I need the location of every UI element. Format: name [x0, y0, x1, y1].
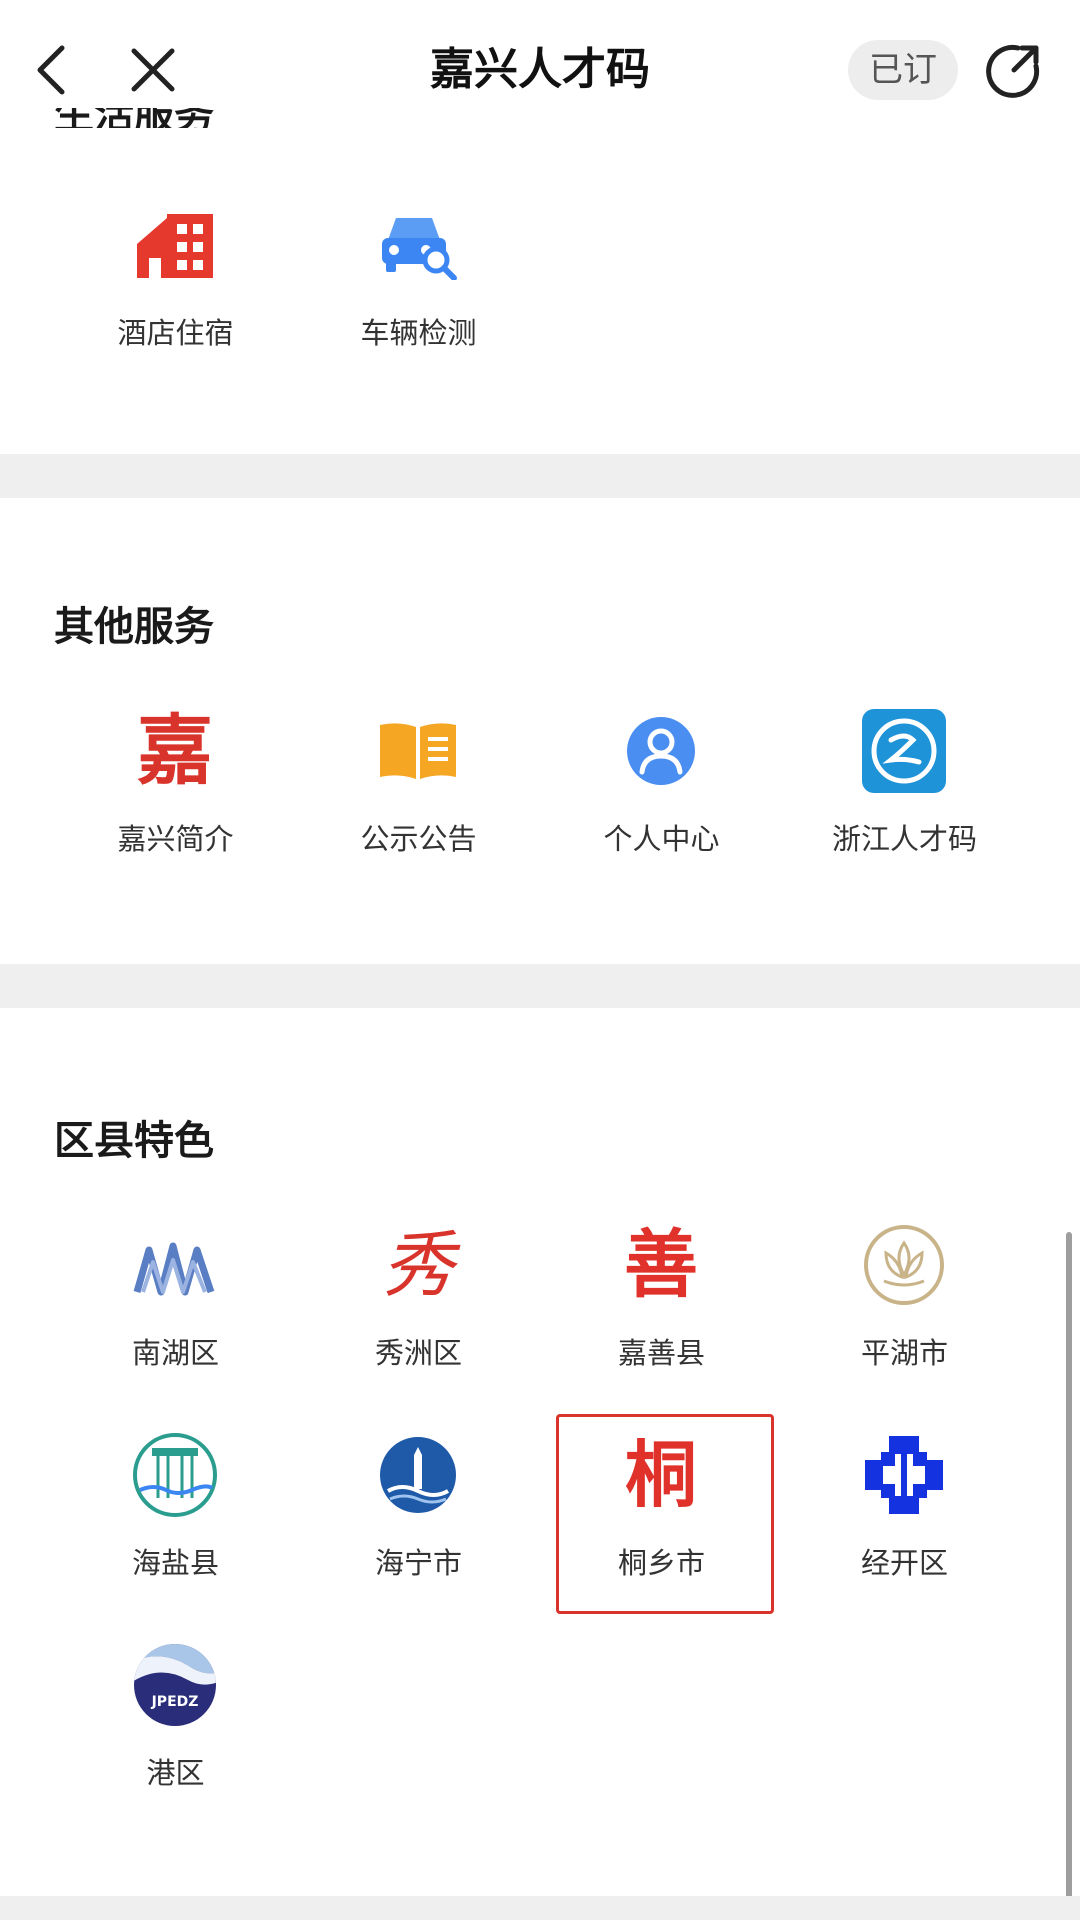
district-label: 南湖区: [131, 1336, 219, 1370]
service-tile-personal-center[interactable]: 个人中心: [540, 706, 783, 906]
district-tile-port-zone[interactable]: JPEDZ 港区: [54, 1640, 297, 1840]
jingkai-logo-icon: [859, 1430, 949, 1520]
district-tile-xiuzhou[interactable]: 秀 秀洲区: [297, 1220, 540, 1420]
district-tile-pinghu[interactable]: 平湖市: [783, 1220, 1026, 1420]
xiuzhou-logo-icon: 秀: [381, 1223, 454, 1307]
district-label: 秀洲区: [374, 1336, 462, 1370]
service-label: 公示公告: [360, 822, 477, 856]
scrollbar[interactable]: [1066, 1232, 1072, 1920]
district-label: 经开区: [860, 1546, 948, 1580]
service-tile-jiaxing-intro[interactable]: 嘉 嘉兴简介: [54, 706, 297, 906]
port-zone-logo-icon: JPEDZ: [130, 1640, 220, 1730]
district-tile-haiyan[interactable]: 海盐县: [54, 1430, 297, 1630]
district-tile-jiashan[interactable]: 善 嘉善县: [540, 1220, 783, 1420]
section-divider: [0, 454, 1080, 498]
service-tile-zhejiang-talent-code[interactable]: 浙江人才码: [783, 706, 1026, 906]
book-icon: [373, 706, 463, 796]
service-tile-vehicle-inspection[interactable]: 车辆检测: [297, 200, 540, 400]
zhejiang-talent-icon: [859, 706, 949, 796]
share-arrow-icon: [986, 44, 1040, 98]
subscribed-badge[interactable]: 已订: [848, 40, 958, 100]
haining-logo-icon: [373, 1430, 463, 1520]
district-tile-nanhu[interactable]: 南湖区: [54, 1220, 297, 1420]
section-title: 其他服务: [54, 604, 214, 650]
jiashan-logo-icon: 善: [624, 1222, 698, 1308]
service-label: 个人中心: [603, 822, 720, 856]
highlight-box-tongxiang: [556, 1414, 774, 1614]
district-label: 海盐县: [131, 1546, 219, 1580]
service-label: 车辆检测: [360, 316, 477, 350]
service-tile-public-notice[interactable]: 公示公告: [297, 706, 540, 906]
hotel-icon: [130, 200, 220, 290]
district-label: 港区: [146, 1756, 205, 1790]
section-title-cutoff: 生活服务: [54, 108, 214, 128]
district-label: 平湖市: [860, 1336, 948, 1370]
section-title: 区县特色: [54, 1118, 214, 1164]
district-label: 海宁市: [374, 1546, 462, 1580]
section-divider: [0, 964, 1080, 1008]
nanhu-logo-icon: [130, 1220, 220, 1310]
service-tile-hotel[interactable]: 酒店住宿: [54, 200, 297, 400]
car-inspection-icon: [373, 200, 463, 290]
service-label: 嘉兴简介: [117, 822, 234, 856]
pinghu-logo-icon: [859, 1220, 949, 1310]
other-services-section: 其他服务 嘉 嘉兴简介 公示公告 个人中心 浙江人才码: [0, 498, 1080, 964]
user-icon: [616, 706, 706, 796]
service-label: 酒店住宿: [117, 316, 234, 350]
share-button[interactable]: [978, 38, 1050, 102]
section-divider: [0, 1896, 1080, 1920]
haiyan-logo-icon: [130, 1430, 220, 1520]
jiaxing-logo-icon: 嘉: [137, 706, 213, 795]
district-label: 嘉善县: [617, 1336, 705, 1370]
life-services-section: 生活服务 酒店住宿: [0, 108, 1080, 454]
district-features-section: 区县特色 南湖区 秀 秀洲区 善 嘉善县 平湖市 海盐县 海宁市 桐 桐乡市 经…: [0, 1008, 1080, 1896]
service-label: 浙江人才码: [831, 822, 977, 856]
district-tile-haining[interactable]: 海宁市: [297, 1430, 540, 1630]
district-tile-jingkai[interactable]: 经开区: [783, 1430, 1026, 1630]
